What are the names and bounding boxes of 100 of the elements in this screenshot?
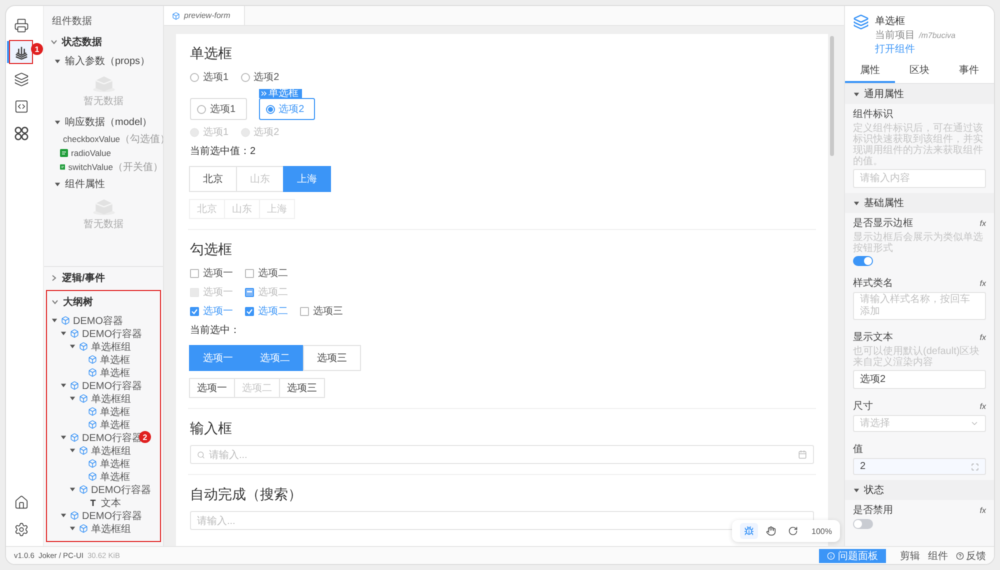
check-icon: [246, 308, 253, 314]
empty-text: 暂无数据: [84, 218, 124, 231]
info-icon: [827, 552, 835, 560]
section-header[interactable]: 通用属性: [845, 84, 994, 104]
section-title: 勾选框: [190, 241, 233, 259]
tree-item[interactable]: 单选框组: [69, 444, 131, 457]
radio-option[interactable]: 选项2: [240, 70, 280, 84]
radio-option[interactable]: 选项1: [190, 98, 247, 120]
group-header[interactable]: 响应数据（model）: [44, 113, 158, 131]
segment-button[interactable]: 选项三: [279, 378, 325, 398]
checkbox-option[interactable]: 选项二: [245, 266, 288, 280]
toggle-switch[interactable]: [853, 519, 873, 529]
section-header[interactable]: 逻辑/事件: [44, 267, 111, 288]
panel-title: 组件数据: [51, 15, 93, 29]
panel-tab[interactable]: 区块: [894, 60, 944, 83]
tree-item[interactable]: DEMO行容器: [60, 379, 142, 392]
tree-item[interactable]: 单选框组: [69, 340, 131, 353]
project-id: /m7buciva: [919, 31, 956, 40]
tree-item[interactable]: DEMO行容器: [60, 327, 142, 340]
box-icon: [70, 381, 79, 390]
zoom-level: 100%: [812, 526, 832, 536]
variable-name: checkboxValue: [63, 134, 120, 144]
field-label: 显示文本: [853, 330, 893, 344]
search-icon: [197, 450, 205, 458]
number-field[interactable]: 2: [853, 458, 986, 475]
help-icon: [956, 552, 964, 560]
section-title: 自动完成（搜索）: [190, 486, 303, 504]
check-icon: [191, 308, 198, 314]
expand-icon: [971, 462, 979, 470]
box-icon: [70, 433, 79, 442]
section-header[interactable]: 大纲树: [47, 291, 97, 314]
editor-tab[interactable]: preview-form: [164, 6, 246, 25]
footer-link[interactable]: 剪辑: [900, 548, 920, 562]
section-header[interactable]: 基础属性: [845, 193, 994, 213]
variable-icon: [60, 163, 66, 171]
variable-note: （开关值）: [113, 160, 163, 174]
tree-item[interactable]: T 文本: [78, 496, 121, 509]
tree-item[interactable]: 单选框: [78, 418, 130, 431]
group-header[interactable]: 组件属性: [44, 175, 111, 193]
settings-icon: [14, 522, 28, 536]
tree-item[interactable]: 单选框组: [69, 392, 131, 405]
empty-text: 暂无数据: [84, 94, 124, 108]
tool-button[interactable]: [740, 523, 758, 539]
bug-icon: [744, 526, 754, 536]
formula-button[interactable]: fx: [980, 402, 986, 410]
panel-tab[interactable]: 事件: [944, 60, 994, 83]
tree-item[interactable]: 单选框: [78, 353, 130, 366]
code-icon: [14, 98, 28, 114]
text-area[interactable]: 选项2: [853, 370, 986, 389]
box-icon: [79, 394, 88, 403]
box-icon: [70, 329, 79, 338]
box-icon: [172, 12, 180, 20]
tree-item[interactable]: 单选框组: [69, 522, 131, 535]
variable-name: radioValue: [71, 148, 112, 158]
tree-item[interactable]: 单选框: [78, 366, 130, 379]
box-icon: [79, 524, 88, 533]
printer-icon: [14, 18, 28, 32]
footer-link[interactable]: 组件: [928, 548, 948, 562]
home-icon: [14, 494, 28, 510]
double-chevron-icon: [260, 91, 267, 96]
tree-item[interactable]: DEMO行容器: [69, 483, 151, 496]
section-title: 输入框: [190, 420, 233, 438]
box-icon: [88, 459, 97, 468]
field-label: 样式类名: [853, 276, 893, 290]
layers-icon: [14, 72, 28, 86]
field-label: 尺寸: [853, 400, 873, 413]
box-icon: [70, 511, 79, 520]
sidebar-tab[interactable]: [10, 41, 32, 63]
formula-button[interactable]: fx: [980, 218, 986, 228]
tree-item[interactable]: 单选框: [78, 457, 130, 470]
radio-option[interactable]: 选项1: [190, 70, 229, 84]
formula-button[interactable]: fx: [980, 506, 986, 514]
formula-button[interactable]: fx: [980, 278, 986, 288]
segment-button[interactable]: 北京: [189, 166, 237, 192]
variable-icon: [60, 149, 68, 157]
tree-item[interactable]: 单选框: [78, 405, 130, 418]
box-icon: [79, 342, 88, 351]
data-stack-icon: [14, 44, 28, 60]
field-label: 是否禁用: [853, 504, 893, 517]
group-header[interactable]: 输入参数（props）: [44, 52, 156, 70]
formula-button[interactable]: fx: [980, 332, 986, 342]
toggle-switch[interactable]: [853, 256, 873, 266]
section-header[interactable]: 状态数据: [44, 32, 108, 52]
box-icon: [79, 485, 88, 494]
box-icon: [79, 446, 88, 455]
tree-item[interactable]: DEMO行容器: [60, 509, 142, 522]
value-text: 当前选中值：2: [190, 144, 257, 158]
footer-link[interactable]: 反馈: [956, 548, 986, 562]
layers-icon: [853, 14, 869, 30]
checkbox-option[interactable]: 选项一: [190, 266, 233, 280]
segment-button[interactable]: 选项一: [189, 378, 235, 398]
scrollbar[interactable]: [830, 36, 834, 156]
section-header[interactable]: 状态: [845, 480, 994, 500]
annotation-badge: 1: [31, 43, 43, 55]
segment-button[interactable]: 选项三: [303, 345, 361, 371]
hand-icon: [766, 526, 776, 536]
tree-item[interactable]: 单选框: [78, 470, 130, 483]
box-icon: [61, 316, 70, 325]
tree-item[interactable]: DEMO容器: [51, 314, 123, 327]
checkbox-option[interactable]: 选项三: [300, 304, 343, 318]
